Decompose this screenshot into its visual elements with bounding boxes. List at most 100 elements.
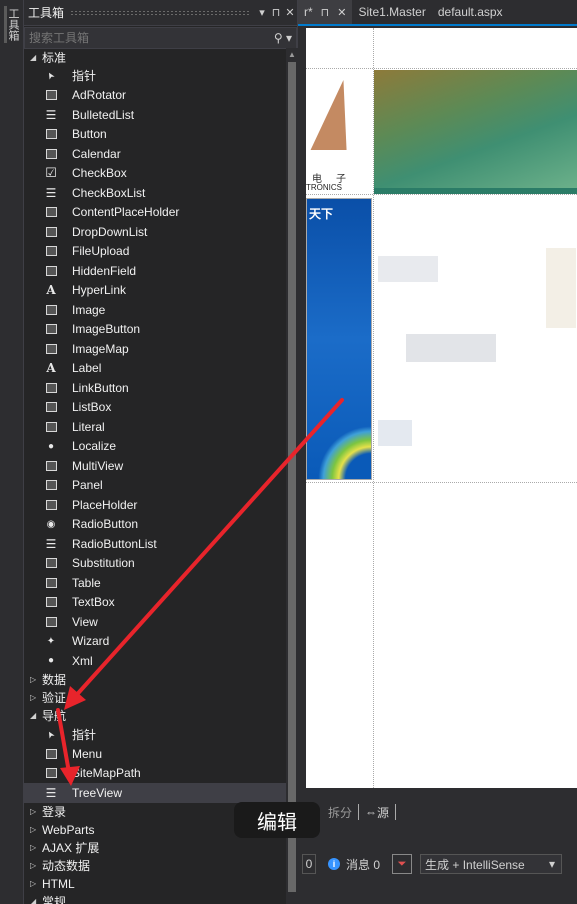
toolbox-item[interactable]: Literal [24,417,286,437]
literal-icon [44,420,58,433]
checkbox-list-icon: ☰ [45,185,57,200]
toolbox-item[interactable]: DropDownList [24,222,286,242]
toolbox-scrollbar[interactable]: ▲ [286,48,298,904]
toolbox-category[interactable]: ▷ 数据 [24,671,286,689]
toolbox-item[interactable]: PlaceHolder [24,495,286,515]
info-icon: i [328,858,340,870]
toolbox-search[interactable]: ⚲ ▾ [24,27,297,49]
toolbox-item-label: LinkButton [72,380,129,395]
toolbox-item-label: 指针 [72,727,97,742]
error-count[interactable]: 0 [302,854,316,874]
toolbox-item[interactable]: ✦ Wizard [24,632,286,652]
toolbox-item[interactable]: ➤ 指针 [24,725,286,745]
close-icon[interactable]: ✕ [283,6,297,19]
toolbox-item[interactable]: SiteMapPath [24,764,286,784]
placeholder-icon [44,498,58,511]
toolbox-item[interactable]: ➤ 指针 [24,66,286,86]
toolbox-item[interactable]: Image [24,300,286,320]
filter-icon[interactable]: ⏷ [392,854,413,874]
toolbox-category[interactable]: ▷ AJAX 扩展 [24,839,286,857]
messages-toggle[interactable]: 消息 0 [346,856,380,873]
toolbox-item[interactable]: ● Localize [24,437,286,457]
toolbox-item[interactable]: Table [24,573,286,593]
document-tabs: r* ⊓ ✕ Site1.Master default.aspx [298,0,577,26]
blurred-content [406,334,496,362]
toolbox-search-input[interactable] [29,31,270,45]
toolbox-item[interactable]: FileUpload [24,242,286,262]
toolbox-item[interactable]: ☰ BulletedList [24,105,286,125]
toolbox-item[interactable]: ◉ RadioButton [24,515,286,535]
toolbox-item[interactable]: ImageButton [24,320,286,340]
toolbox-item[interactable]: HiddenField [24,261,286,281]
expanded-arrow-icon[interactable]: ◢ [30,711,42,720]
toolbox-item[interactable]: Menu [24,744,286,764]
toolbox-item[interactable]: Substitution [24,554,286,574]
toolbox-category[interactable]: ◢ 标准 [24,48,286,66]
checkbox-icon: ☑ [45,165,57,181]
toolbox-item[interactable]: Calendar [24,144,286,164]
layout-guide [306,194,577,195]
collapsed-arrow-icon[interactable]: ▷ [30,825,42,834]
logo-image: 电子 TRONICS [306,70,372,194]
source-view-icon: ⇔ [365,805,378,819]
build-filter-dropdown[interactable]: 生成 + IntelliSense ▾ [420,854,563,874]
split-view-tab[interactable]: 拆分 [328,804,352,821]
toolbox-item-label: DropDownList [72,224,148,239]
toolbox-category-label: 登录 [42,805,67,819]
toolbox-item-label: TextBox [72,595,115,610]
toolbox-item[interactable]: A HyperLink [24,281,286,301]
toolbox-item[interactable]: ListBox [24,398,286,418]
scroll-up-icon[interactable]: ▲ [288,50,296,59]
toolbox-item[interactable]: Button [24,125,286,145]
collapsed-arrow-icon[interactable]: ▷ [30,879,42,888]
toolbox-item[interactable]: TextBox [24,593,286,613]
expanded-arrow-icon[interactable]: ◢ [30,897,42,904]
source-view-tab[interactable]: 源 [377,804,389,821]
collapsed-arrow-icon[interactable]: ▷ [30,675,42,684]
toolbox-category[interactable]: ▷ 动态数据 [24,857,286,875]
toolbox-item-label: HiddenField [72,263,137,278]
toolbox-item[interactable]: ● Xml [24,651,286,671]
tab-default-aspx[interactable]: default.aspx [432,0,509,24]
expanded-arrow-icon[interactable]: ◢ [30,53,42,62]
toolbox-item[interactable]: ☰ CheckBoxList [24,183,286,203]
toolbox-item-label: CheckBoxList [72,185,146,200]
swirl-decoration [311,419,371,479]
title-grip[interactable] [70,9,249,16]
collapsed-arrow-icon[interactable]: ▷ [30,693,42,702]
dropdown-list-icon [44,225,58,238]
toolbox-category[interactable]: ◢ 常规 [24,893,286,904]
toolbox-item[interactable]: A Label [24,359,286,379]
radio-button-icon: ◉ [46,518,56,530]
search-icon[interactable]: ⚲ ▾ [270,31,296,45]
toolbox-item[interactable]: MultiView [24,456,286,476]
toolbox-item[interactable]: View [24,612,286,632]
toolbox-item[interactable]: Panel [24,476,286,496]
scrollbar-thumb[interactable] [288,62,296,892]
toolbox-category[interactable]: ▷ HTML [24,875,286,893]
collapsed-arrow-icon[interactable]: ▷ [30,843,42,852]
build-filter-value: 生成 + IntelliSense [425,857,525,872]
tab-site1-master[interactable]: Site1.Master [352,0,431,24]
toolbox-side-tab[interactable]: 工具箱 [4,6,20,43]
collapsed-arrow-icon[interactable]: ▷ [30,861,42,870]
toolbox-item[interactable]: ContentPlaceHolder [24,203,286,223]
edit-tooltip: 编辑 [234,802,320,838]
toolbox-item[interactable]: AdRotator [24,86,286,106]
toolbox-item-label: ImageButton [72,322,141,337]
collapsed-arrow-icon[interactable]: ▷ [30,807,42,816]
toolbox-item[interactable]: ☰ TreeView [24,783,286,803]
design-surface[interactable]: 电子 TRONICS 天下 [306,28,577,788]
toolbox-item[interactable]: ☑ CheckBox [24,164,286,184]
toolbox-category-label: 验证 [42,691,67,705]
toolbox-item[interactable]: ImageMap [24,339,286,359]
toolbox-category[interactable]: ▷ 验证 [24,689,286,707]
tab-current[interactable]: r* ⊓ ✕ [298,0,353,24]
dropdown-icon[interactable]: ▾ [255,6,269,19]
tab-close-icon[interactable]: ✕ [337,6,346,19]
toolbox-category[interactable]: ◢ 导航 [24,707,286,725]
toolbox-item[interactable]: LinkButton [24,378,286,398]
toolbox-item[interactable]: ☰ RadioButtonList [24,534,286,554]
pin-icon[interactable]: ⊓ [269,6,283,19]
pin-tab-icon[interactable]: ⊓ [321,6,330,19]
